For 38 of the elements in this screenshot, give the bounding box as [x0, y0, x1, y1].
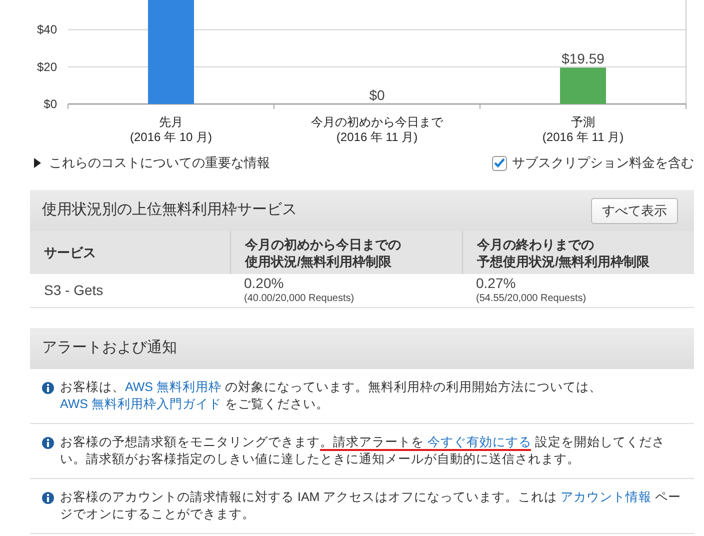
service-name: S3 - Gets: [44, 281, 104, 300]
y-tick-label: $20: [36, 60, 57, 74]
y-tick-label: $40: [36, 22, 57, 37]
usage-percent: 0.20%: [244, 275, 285, 292]
link[interactable]: 今すぐ有効にする: [427, 435, 532, 451]
category-label: (2016 年 11 月): [542, 130, 624, 144]
subscription-label: サブスクリプション料金を含む: [512, 154, 694, 172]
value-label: $0: [369, 87, 385, 103]
link[interactable]: アカウント情報: [560, 490, 652, 504]
category-label: (2016 年 11 月): [336, 130, 418, 144]
show-all-button[interactable]: すべて表示: [591, 198, 678, 224]
alert-message: お客様のアカウントの請求情報に対する IAM アクセスはオフになっています。これは アカウント情報 ページでオンにすることができます。: [60, 489, 682, 523]
panel-title: アラートおよび通知: [42, 338, 177, 358]
category-label: 今月の初めから今日まで: [311, 115, 443, 129]
usage-detail: (40.00/20,000 Requests): [244, 292, 356, 306]
info-icon: [42, 382, 54, 394]
link[interactable]: AWS 無料利用枠入門ガイド: [60, 397, 222, 411]
info-icon: [42, 492, 54, 504]
panel-title: 使用状況別の上位無料利用枠サービス: [42, 200, 297, 220]
alert-message: お客様の予想請求額をモニタリングできます。請求アラートを 今すぐ有効にする 設定を開始してください。請求額がお客様指定のしきい値に達したときに通知メールが自動的に送信されます。: [60, 434, 666, 468]
subscription-checkbox[interactable]: [492, 156, 507, 170]
column-header: サービス: [44, 244, 97, 261]
y-tick-label: $0: [44, 97, 57, 111]
link[interactable]: AWS 無料利用枠: [125, 380, 222, 394]
usage-percent: 0.27%: [476, 275, 517, 292]
alert-message: お客様は、AWS 無料利用枠 の対象になっています。無料利用枠の利用開始方法については、 AWS 無料利用枠入門ガイド をご覧ください。: [60, 379, 603, 413]
expand-triangle-icon[interactable]: [34, 158, 41, 168]
usage-detail: (54.55/20,000 Requests): [476, 292, 588, 306]
info-icon: [42, 437, 54, 449]
column-header: 今月の初めから今日までの: [245, 236, 402, 252]
column-header: 予想使用状況/無料利用枠制限: [477, 252, 651, 270]
category-label: 予測: [571, 115, 595, 129]
category-label: 先月: [159, 115, 183, 129]
column-header: 使用状況/無料利用枠制限: [245, 252, 393, 270]
value-label: $19.59: [562, 50, 604, 67]
column-header: 今月の終わりまでの: [477, 236, 595, 252]
category-label: (2016 年 10 月): [130, 130, 212, 144]
info-toggle-link[interactable]: これらのコストについての重要な情報: [49, 153, 270, 173]
